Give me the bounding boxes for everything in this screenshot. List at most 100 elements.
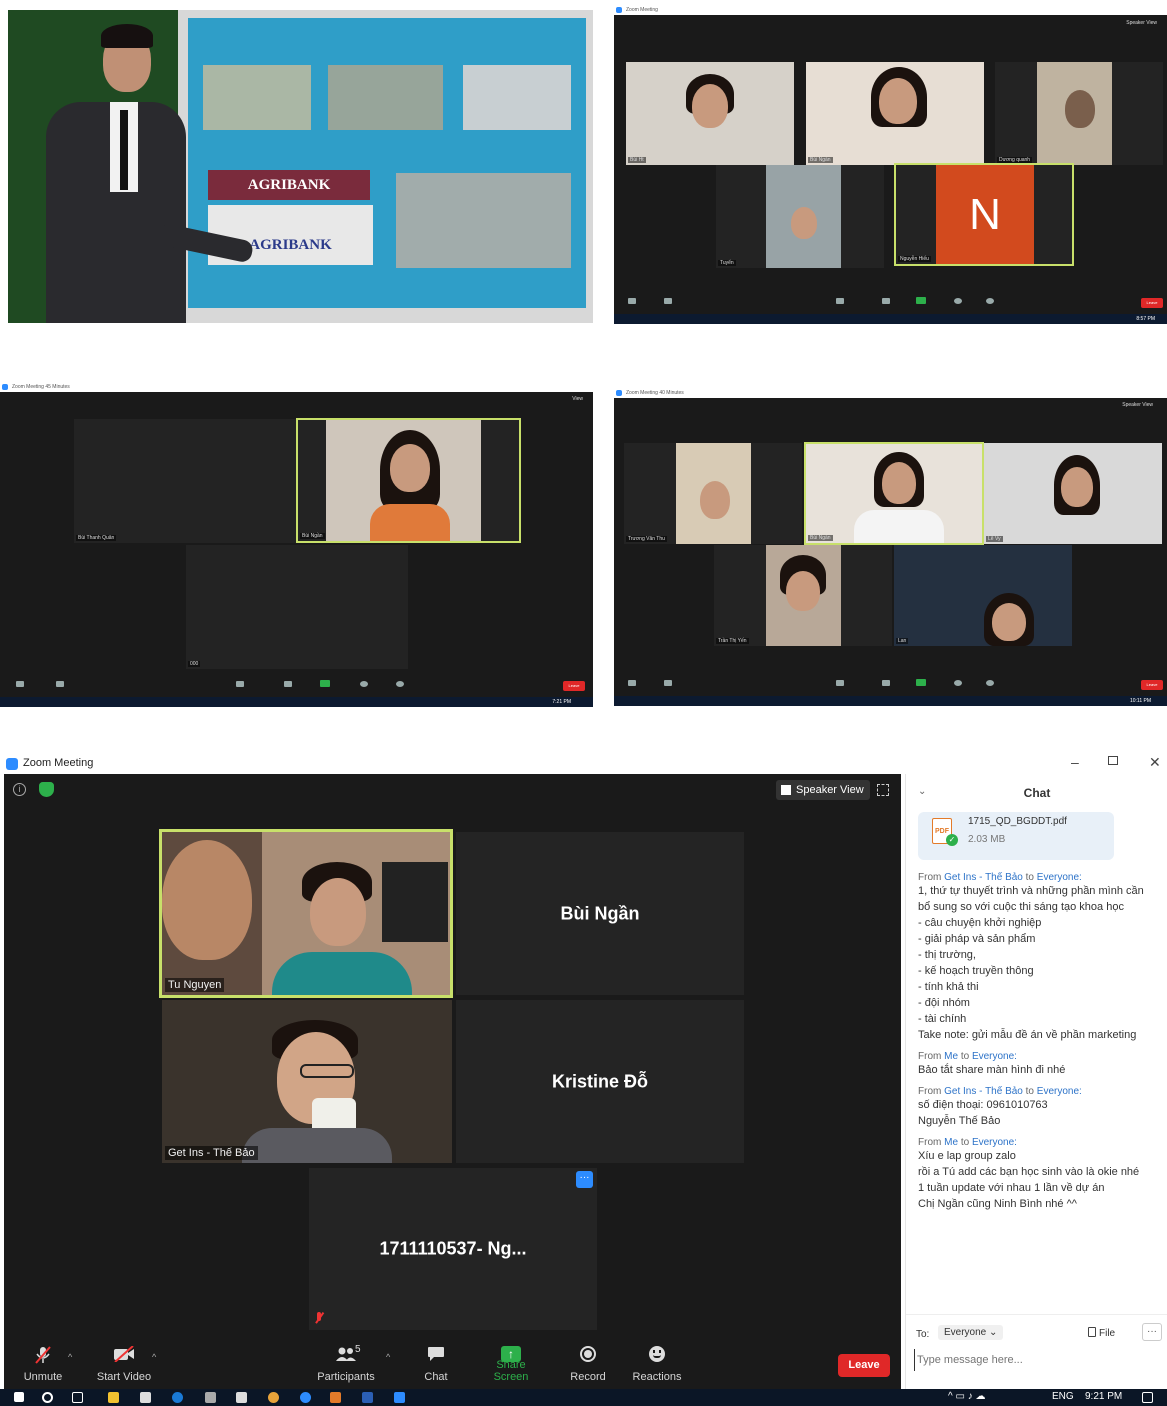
edge-icon[interactable] [172, 1392, 183, 1403]
chat-icon[interactable] [284, 681, 292, 687]
record-button[interactable]: Record [566, 1332, 610, 1389]
share-screen-icon[interactable] [916, 679, 926, 686]
reactions-button[interactable]: Reactions [630, 1332, 684, 1389]
file-explorer-icon[interactable] [108, 1392, 119, 1403]
leave-button[interactable]: Leave [1141, 298, 1163, 308]
recipient-select[interactable]: Everyone ⌄ [938, 1325, 1004, 1340]
video-tile: Bùi Ht [626, 62, 794, 165]
leave-button[interactable]: Leave [563, 681, 585, 691]
record-icon[interactable] [360, 681, 368, 687]
message-recipient: Everyone: [1036, 872, 1082, 883]
message-line: Take note: gửi mẫu đề án về phần marketi… [918, 1029, 1137, 1041]
participants-icon[interactable] [236, 681, 244, 687]
reactions-icon[interactable] [396, 681, 404, 687]
fullscreen-icon[interactable] [877, 784, 889, 796]
mic-icon[interactable] [628, 298, 636, 304]
view-button[interactable]: View [572, 396, 583, 402]
recipient-value: Everyone [944, 1327, 987, 1338]
chat-icon[interactable] [882, 680, 890, 686]
zalo-icon[interactable] [300, 1392, 311, 1403]
minimize-button[interactable]: – [1071, 754, 1079, 770]
store-icon[interactable] [140, 1392, 151, 1403]
record-icon[interactable] [954, 298, 962, 304]
message-line: - giải pháp và sản phẩm [918, 933, 1036, 945]
slide-banner: AGRIBANK [208, 170, 370, 200]
shield-icon[interactable] [39, 782, 54, 797]
mic-icon[interactable] [16, 681, 24, 687]
video-tile-get-ins: Get Ins - Thế Bảo [162, 1000, 452, 1163]
unmute-button[interactable]: Unmute [16, 1332, 70, 1389]
participant-name: Nguyễn Hiếu [898, 256, 931, 262]
leave-button[interactable]: Leave [838, 1354, 890, 1377]
speaker-view-button[interactable]: Speaker View [1126, 20, 1157, 26]
share-screen-icon[interactable] [320, 680, 330, 687]
task-view-icon[interactable] [72, 1392, 83, 1403]
speaker-view-button[interactable]: Speaker View [1122, 402, 1153, 408]
chevron-up-icon[interactable]: ^ [386, 1352, 390, 1362]
file-attachment[interactable]: PDF ✓ 1715_QD_BGDDT.pdf 2.03 MB [918, 812, 1114, 860]
reactions-icon[interactable] [986, 680, 994, 686]
camera-icon[interactable] [664, 680, 672, 686]
word-icon[interactable] [362, 1392, 373, 1403]
camera-icon[interactable] [664, 298, 672, 304]
chat-icon[interactable] [882, 298, 890, 304]
message-line: số điện thoại: 0961010763 [918, 1099, 1048, 1111]
slide-image-3 [463, 65, 571, 130]
chevron-up-icon[interactable]: ^ [68, 1352, 72, 1362]
share-screen-icon[interactable] [916, 297, 926, 304]
mail-icon[interactable] [236, 1392, 247, 1403]
participants-icon[interactable] [836, 298, 844, 304]
notifications-icon[interactable] [1142, 1392, 1153, 1403]
message-line: 1, thứ tự thuyết trình và những phần mìn… [918, 885, 1144, 913]
chat-panel: ⌄ Chat PDF ✓ 1715_QD_BGDDT.pdf 2.03 MB F… [905, 774, 1167, 1389]
restore-button[interactable] [1108, 756, 1118, 765]
participant-name: Bùi Ngần [560, 903, 640, 923]
presenter-tie [120, 110, 128, 190]
participant-name: Bùi Ngần [808, 535, 833, 541]
reactions-icon[interactable] [986, 298, 994, 304]
message-line: Chị Ngần cũng Ninh Bình nhé ^^ [918, 1198, 1077, 1210]
more-button[interactable]: ··· [1142, 1323, 1162, 1341]
clock: 10:11 PM [1129, 698, 1151, 704]
chrome-icon[interactable] [268, 1392, 279, 1403]
speaker-view-button[interactable]: Speaker View [776, 780, 870, 800]
video-off-icon [113, 1345, 135, 1363]
message-line: - thị trường, [918, 949, 976, 961]
chevron-up-icon[interactable]: ^ [152, 1352, 156, 1362]
leave-button[interactable]: Leave [1141, 680, 1163, 690]
participant-name: Bùi Ht [628, 157, 646, 163]
info-icon[interactable]: i [13, 783, 26, 796]
avatar-letter: N [969, 190, 1001, 239]
search-icon[interactable] [42, 1392, 53, 1403]
more-options-button[interactable]: ··· [576, 1171, 593, 1188]
to-word: to [1025, 872, 1034, 883]
share-screen-button[interactable]: ↑ Share Screen [478, 1332, 544, 1389]
slide-image-1 [203, 65, 311, 130]
app-icon[interactable] [205, 1392, 216, 1403]
participants-button[interactable]: 5 Participants [314, 1332, 378, 1389]
window-title: Zoom Meeting 40 Minutes [614, 388, 1167, 398]
chat-label: Chat [424, 1371, 448, 1383]
message-input[interactable] [914, 1349, 1160, 1371]
message-line: - tính khả thi [918, 981, 979, 993]
camera-icon[interactable] [56, 681, 64, 687]
tray-icons[interactable]: ^ ▭ ♪ ☁ [948, 1391, 985, 1402]
close-button[interactable]: ✕ [1149, 754, 1161, 771]
windows-start-icon[interactable] [14, 1392, 24, 1402]
zoom-taskbar-icon[interactable] [394, 1392, 405, 1403]
reactions-icon [649, 1346, 665, 1362]
chat-compose: To: Everyone ⌄ File ··· [906, 1314, 1167, 1389]
file-button[interactable]: File [1088, 1327, 1115, 1339]
video-tile: Lan [894, 545, 1072, 646]
start-video-button[interactable]: Start Video [92, 1332, 156, 1389]
participant-name: Lan [896, 638, 909, 644]
mic-icon[interactable] [628, 680, 636, 686]
language-indicator[interactable]: ENG [1052, 1391, 1074, 1402]
participant-name: Trần Thị Yến [716, 638, 749, 644]
participants-icon[interactable] [836, 680, 844, 686]
record-icon[interactable] [954, 680, 962, 686]
chat-button[interactable]: Chat [416, 1332, 456, 1389]
speaker-view-icon [781, 785, 791, 795]
message-recipient: Everyone: [971, 1051, 1017, 1062]
pdf-app-icon[interactable] [330, 1392, 341, 1403]
